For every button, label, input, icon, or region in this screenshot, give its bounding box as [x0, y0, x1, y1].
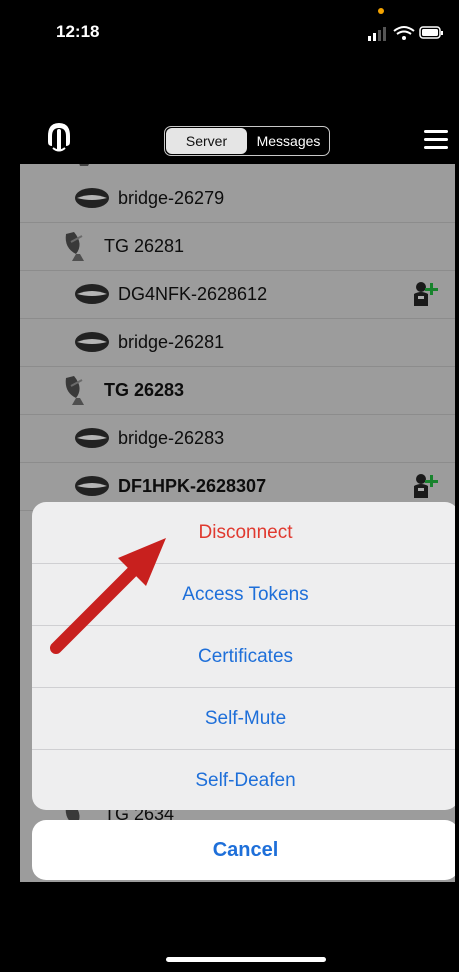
status-icons [368, 26, 443, 41]
battery-icon [419, 26, 443, 39]
app-screen: 12:18 Server Messages bridge-26279 TG 26… [0, 0, 459, 972]
wifi-icon [393, 26, 415, 40]
hamburger-menu-icon[interactable] [424, 130, 448, 150]
view-segmented-control: Server Messages [164, 126, 330, 156]
annotation-arrow-icon [50, 538, 166, 654]
screen-edge-right [455, 0, 459, 972]
app-logo-icon[interactable] [42, 120, 76, 154]
tab-server[interactable]: Server [166, 128, 247, 154]
screen-edge-left [0, 0, 4, 972]
mic-indicator-dot [378, 8, 384, 14]
status-time: 12:18 [56, 22, 100, 41]
cancel-button[interactable]: Cancel [32, 820, 459, 880]
home-indicator[interactable] [166, 957, 326, 962]
tab-messages[interactable]: Messages [248, 127, 329, 155]
self-mute-button[interactable]: Self-Mute [32, 688, 459, 750]
self-deafen-button[interactable]: Self-Deafen [32, 750, 459, 810]
signal-icon [368, 27, 386, 41]
